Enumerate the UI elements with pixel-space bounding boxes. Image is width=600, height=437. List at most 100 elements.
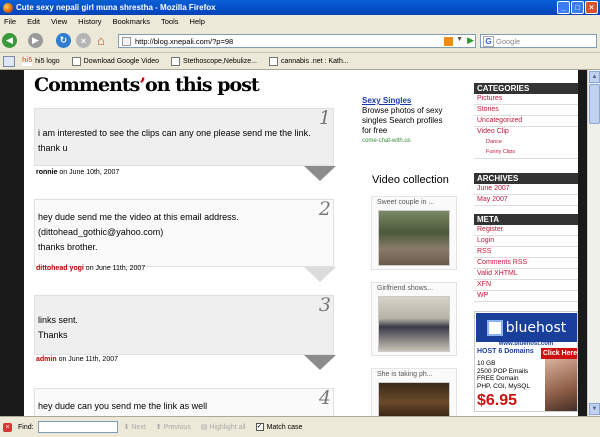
video-thumbnail[interactable] xyxy=(378,382,450,416)
bluehost-click-here[interactable]: Click Here xyxy=(541,348,577,359)
scroll-down-icon[interactable]: ▼ xyxy=(589,403,600,415)
archives-widget: ARCHIVES June 2007 May 2007 xyxy=(474,173,578,206)
meta-widget: META Register Login RSS Comments RSS Val… xyxy=(474,214,578,302)
stop-button[interactable]: × xyxy=(76,33,91,48)
video-item[interactable]: Girlfriend shows... xyxy=(371,282,457,356)
page-title: Comments’on this post xyxy=(34,74,260,96)
meta-link[interactable]: Login xyxy=(474,236,578,247)
stop-icon: × xyxy=(76,33,91,48)
page-favicon-icon xyxy=(122,36,131,46)
menu-history[interactable]: History xyxy=(78,17,101,26)
meta-link[interactable]: XFN xyxy=(474,280,578,291)
window-title: Cute sexy nepali girl muna shrestha - Mo… xyxy=(16,3,216,12)
comment-pointer xyxy=(304,355,336,370)
category-link[interactable]: Stories xyxy=(474,105,578,116)
url-dropdown-icon[interactable]: ▼ xyxy=(456,36,463,43)
find-previous-button[interactable]: ⬆ Previous xyxy=(156,423,191,431)
reload-button[interactable]: ↻ xyxy=(56,33,71,48)
menu-edit[interactable]: Edit xyxy=(27,17,40,26)
page-icon xyxy=(268,56,278,66)
comment-author-link[interactable]: admin xyxy=(36,356,57,363)
meta-link[interactable]: RSS xyxy=(474,247,578,258)
vertical-scrollbar[interactable]: ▲ ▼ xyxy=(587,70,600,416)
video-thumbnail[interactable] xyxy=(378,296,450,352)
bookmarks-toolbar: hi5 hi5 logo Download Google Video Stetho… xyxy=(0,53,600,70)
menu-view[interactable]: View xyxy=(51,17,67,26)
bookmarks-sidebar-icon[interactable] xyxy=(3,56,15,67)
categories-widget: CATEGORIES Pictures Stories Uncategorize… xyxy=(474,83,578,159)
archives-heading: ARCHIVES xyxy=(474,173,578,184)
web-content: Comments’on this post 1 i am interested … xyxy=(0,70,600,416)
meta-link[interactable]: Valid XHTML xyxy=(474,269,578,280)
go-button[interactable]: ▶ xyxy=(467,35,474,46)
comment-number: 4 xyxy=(318,387,331,409)
forward-arrow-icon: ▶ xyxy=(28,33,43,48)
subcategory-link[interactable]: Dance xyxy=(474,138,578,148)
bookmark-hi5[interactable]: hi5 hi5 logo xyxy=(22,56,60,66)
page-icon xyxy=(171,56,181,66)
menu-bookmarks[interactable]: Bookmarks xyxy=(113,17,151,26)
minimize-button[interactable]: _ xyxy=(557,1,570,14)
comment-author-link[interactable]: dittohead yogi xyxy=(36,265,84,272)
back-button[interactable]: ◀ xyxy=(2,33,17,48)
bookmark-cannabis[interactable]: cannabis .net : Kath... xyxy=(268,56,349,66)
meta-link[interactable]: Comments RSS xyxy=(474,258,578,269)
comment-box: 4 hey dude can you send me the link as w… xyxy=(34,387,334,416)
bluehost-url: www.bluehost.com xyxy=(498,341,554,347)
match-case-checkbox[interactable]: ✓ xyxy=(255,423,264,431)
video-item[interactable]: She is taking ph... xyxy=(371,368,457,416)
video-title[interactable]: She is taking ph... xyxy=(372,369,456,380)
comment-text-line: thank u xyxy=(38,143,68,153)
video-title[interactable]: Sweet couple in ... xyxy=(372,197,456,208)
video-title[interactable]: Girlfriend shows... xyxy=(372,283,456,294)
scroll-thumb[interactable] xyxy=(589,84,600,124)
menu-file[interactable]: File xyxy=(4,17,16,26)
match-case-label: Match case xyxy=(266,423,303,431)
bluehost-photo xyxy=(545,359,577,411)
comment-pointer xyxy=(304,166,336,181)
maximize-button[interactable]: □ xyxy=(571,1,584,14)
meta-link[interactable]: Register xyxy=(474,225,578,236)
comment-text-line: Thanks xyxy=(38,330,68,340)
url-text: http://blog.xnepali.com/?p=98 xyxy=(135,36,234,46)
close-button[interactable]: × xyxy=(585,1,598,14)
find-next-button[interactable]: ⬇ Next xyxy=(124,423,146,431)
ad-body: Browse photos of sexy singles Search pro… xyxy=(362,106,443,135)
category-link[interactable]: Uncategorized xyxy=(474,116,578,127)
subcategory-link[interactable]: Funny Clips xyxy=(474,148,578,159)
category-link[interactable]: Pictures xyxy=(474,94,578,105)
category-link[interactable]: Video Clip xyxy=(474,127,578,138)
video-item[interactable]: Sweet couple in ... xyxy=(371,196,457,270)
ad-url[interactable]: come-chat-with.us xyxy=(362,136,452,146)
forward-button[interactable]: ▶ xyxy=(28,33,43,48)
comment-text-line: (dittohead_gothic@yahoo.com) xyxy=(38,227,164,237)
video-collection-heading: Video collection xyxy=(372,174,449,186)
search-box[interactable]: G Google xyxy=(480,34,597,48)
home-button[interactable]: ⌂ xyxy=(97,33,105,48)
find-close-icon[interactable]: × xyxy=(3,422,12,432)
url-bar[interactable]: http://blog.xnepali.com/?p=98 ▼ ▶ xyxy=(118,34,476,48)
bluehost-banner[interactable]: bluehost www.bluehost.com HOST 6 Domains… xyxy=(474,311,578,412)
sexy-singles-ad[interactable]: Sexy Singles Browse photos of sexy singl… xyxy=(362,96,452,146)
archive-link[interactable]: June 2007 xyxy=(474,184,578,195)
ad-title-link[interactable]: Sexy Singles xyxy=(362,96,452,106)
scroll-up-icon[interactable]: ▲ xyxy=(589,71,600,83)
comment-number: 1 xyxy=(318,107,331,129)
highlight-all-button[interactable]: ▤ Highlight all xyxy=(201,423,246,431)
archive-link[interactable]: May 2007 xyxy=(474,195,578,206)
comment-box: 2 hey dude send me the video at this ema… xyxy=(34,198,334,267)
comment-number: 2 xyxy=(318,198,331,220)
comment-box: 1 i am interested to see the clips can a… xyxy=(34,107,334,166)
google-engine-icon[interactable]: G xyxy=(483,35,494,47)
window-titlebar: Cute sexy nepali girl muna shrestha - Mo… xyxy=(0,0,600,15)
bookmark-stethoscope[interactable]: Stethoscope,Nebulize... xyxy=(171,56,257,66)
video-thumbnail[interactable] xyxy=(378,210,450,266)
find-input[interactable] xyxy=(37,421,118,433)
bookmark-download-google-video[interactable]: Download Google Video xyxy=(71,56,159,66)
menu-help[interactable]: Help xyxy=(190,17,205,26)
comment-pointer xyxy=(304,267,336,282)
rss-feed-icon[interactable] xyxy=(444,37,453,46)
menu-tools[interactable]: Tools xyxy=(161,17,179,26)
comment-text-line: hey dude send me the video at this email… xyxy=(38,212,239,222)
meta-link[interactable]: WP xyxy=(474,291,578,302)
